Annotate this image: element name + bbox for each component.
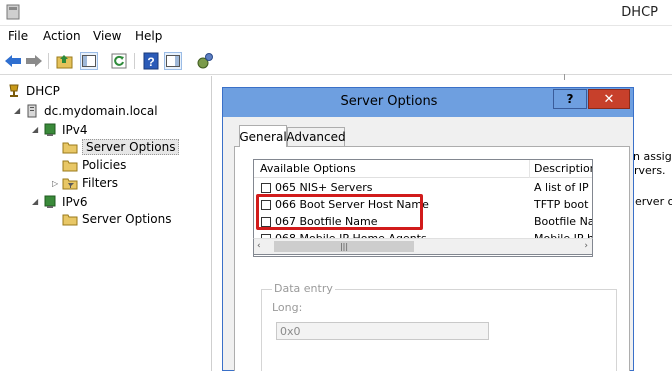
- menu-file[interactable]: File: [8, 29, 28, 43]
- dhcp-app-icon: [6, 4, 20, 20]
- tree-label-ipv4: IPv4: [62, 122, 88, 137]
- toolbar: ?: [0, 47, 672, 75]
- up-folder-icon[interactable]: [56, 52, 74, 70]
- column-available-options[interactable]: Available Options: [260, 162, 356, 175]
- forward-arrow-icon[interactable]: [25, 52, 43, 70]
- dialog-titlebar[interactable]: Server Options ? ✕: [223, 88, 633, 117]
- option-name: 065 NIS+ Servers: [275, 181, 373, 194]
- tree-label-dhcp: DHCP: [26, 83, 60, 98]
- help-button[interactable]: ?: [553, 89, 587, 109]
- scroll-thumb[interactable]: |||: [274, 241, 414, 252]
- data-entry-group: Data entry Long: 0x0: [261, 282, 617, 371]
- tree-label-filters: Filters: [82, 175, 118, 190]
- scroll-right-icon[interactable]: ›: [584, 241, 588, 251]
- tree-label-server: dc.mydomain.local: [44, 103, 158, 118]
- close-button[interactable]: ✕: [588, 89, 630, 109]
- option-description: Bootfile Nam: [534, 215, 592, 228]
- tree-label-policies: Policies: [82, 157, 127, 172]
- window-titlebar: DHCP: [0, 0, 672, 26]
- pane-text-fragment: n assig: [633, 150, 672, 163]
- option-description: A list of IP a: [534, 181, 592, 194]
- window-title: DHCP: [621, 5, 658, 20]
- data-entry-legend: Data entry: [272, 282, 335, 295]
- expand-icon[interactable]: ▷: [52, 179, 58, 188]
- tree-label-ipv6: IPv6: [62, 194, 88, 209]
- server-options-dialog: Server Options ? ✕ General Advanced Avai…: [222, 87, 634, 371]
- server-icon: [24, 104, 40, 118]
- options-icon[interactable]: [196, 52, 214, 70]
- tab-advanced[interactable]: Advanced: [286, 127, 346, 147]
- refresh-icon[interactable]: [110, 52, 128, 70]
- vertical-scrollbar[interactable]: ▲ ⌄: [592, 160, 593, 238]
- list-header: Available Options Description: [254, 160, 592, 178]
- tree-label-ipv6-server-options: Server Options: [82, 211, 172, 226]
- console-tree: DHCP ◢ dc.mydomain.local ◢ IPv4 Server O…: [0, 76, 212, 371]
- pane-text-fragment: erver o: [635, 195, 672, 208]
- menu-action[interactable]: Action: [43, 29, 81, 43]
- long-label: Long:: [272, 301, 303, 314]
- tree-item-ipv4[interactable]: IPv4: [42, 121, 88, 138]
- scroll-left-icon[interactable]: ‹: [257, 241, 261, 251]
- column-description[interactable]: Description: [534, 162, 592, 175]
- tree-item-dhcp[interactable]: DHCP: [6, 82, 60, 99]
- ipv6-icon: [42, 195, 58, 209]
- help-icon[interactable]: ?: [142, 52, 160, 70]
- option-description: TFTP boot s: [534, 198, 592, 211]
- tree-label-server-options: Server Options: [82, 138, 180, 155]
- option-checkbox[interactable]: [261, 183, 271, 193]
- folder-icon: [62, 158, 78, 172]
- menu-bar: File Action View Help: [0, 26, 672, 47]
- dhcp-trophy-icon: [6, 84, 22, 98]
- collapse-icon[interactable]: ◢: [32, 197, 38, 206]
- long-value-input[interactable]: 0x0: [276, 322, 489, 340]
- show-hide-tree-icon[interactable]: [80, 52, 98, 70]
- tree-item-server-options[interactable]: Server Options: [62, 138, 180, 155]
- menu-view[interactable]: View: [93, 29, 121, 43]
- dialog-title: Server Options: [340, 94, 438, 109]
- tree-item-server[interactable]: dc.mydomain.local: [24, 102, 158, 119]
- folder-icon: [62, 140, 78, 154]
- tree-item-ipv6-server-options[interactable]: Server Options: [62, 210, 171, 227]
- tree-item-policies[interactable]: Policies: [62, 156, 126, 173]
- svg-text:?: ?: [147, 55, 154, 69]
- menu-help[interactable]: Help: [135, 29, 162, 43]
- filter-icon: [62, 176, 78, 190]
- tree-item-ipv6[interactable]: IPv6: [42, 193, 88, 210]
- general-tab-panel: Available Options Description 065 NIS+ S…: [234, 146, 630, 371]
- folder-icon: [62, 212, 78, 226]
- horizontal-scrollbar[interactable]: ‹ ||| ›: [253, 238, 593, 255]
- collapse-icon[interactable]: ◢: [32, 125, 38, 134]
- tab-general[interactable]: General: [239, 125, 287, 147]
- back-arrow-icon[interactable]: [4, 52, 22, 70]
- ipv4-icon: [42, 123, 58, 137]
- pane-text-fragment: rvers.: [634, 164, 666, 177]
- highlight-box: [256, 194, 423, 230]
- collapse-icon[interactable]: ◢: [14, 106, 20, 115]
- action-pane-icon[interactable]: [164, 52, 182, 70]
- tree-item-filters[interactable]: Filters: [62, 174, 118, 191]
